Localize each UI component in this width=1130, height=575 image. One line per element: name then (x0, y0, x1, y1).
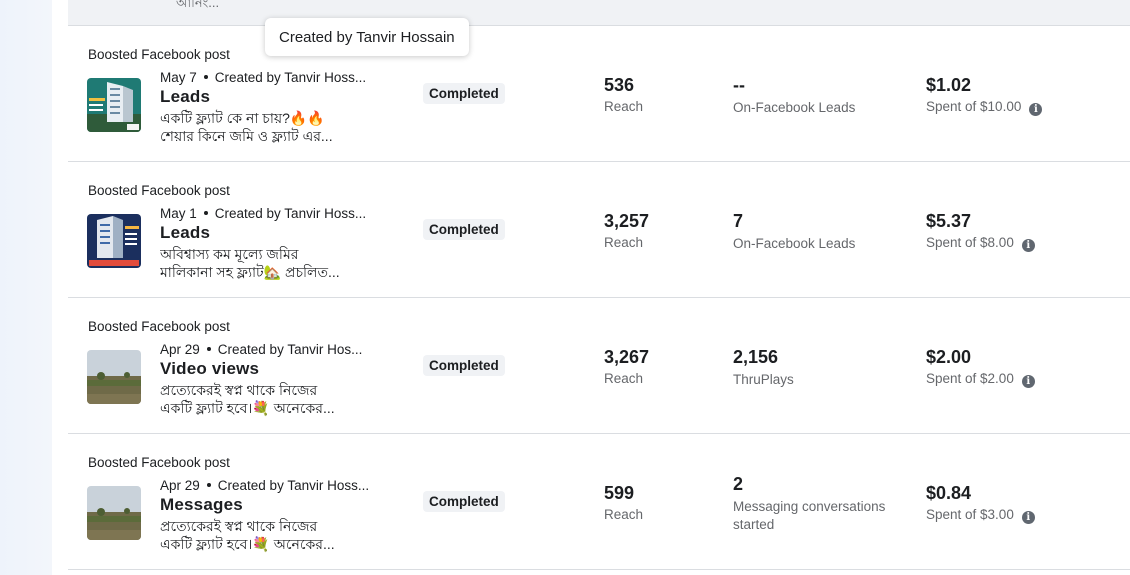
post-meta: May 1 Created by Tanvir Hoss... (160, 206, 366, 221)
spent-label-group: Spent of $2.00 i (926, 371, 1035, 388)
post-date: Apr 29 (160, 342, 200, 357)
previous-row-text: আর্নিং... (176, 0, 220, 10)
spent-label: Spent of $2.00 (926, 371, 1014, 386)
post-meta: Apr 29 Created by Tanvir Hoss... (160, 478, 369, 493)
status-badge: Completed (423, 219, 505, 240)
reach-label: Reach (604, 235, 644, 250)
post-description-line: একটি ফ্ল্যাট কে না চায়?🔥🔥 (160, 110, 325, 126)
reach-value: 599 (604, 483, 635, 503)
spent-value: $0.84 (926, 483, 972, 503)
boosted-post-row[interactable]: Boosted Facebook post Apr 29 Created by T… (68, 298, 1130, 434)
spent-label-group: Spent of $3.00 i (926, 507, 1035, 524)
boosted-post-row[interactable]: Boosted Facebook post Apr 29 Created by T… (68, 434, 1130, 570)
land-photo-thumbnail[interactable] (87, 350, 141, 404)
creator-tooltip: Created by Tanvir Hossain (265, 18, 469, 56)
post-description-line: প্রত্যেকেরই স্বপ্ন থাকে নিজের (160, 518, 318, 534)
reach-value: 536 (604, 75, 635, 95)
post-date: May 7 (160, 70, 197, 85)
post-type-label: Boosted Facebook post (88, 455, 230, 470)
status-badge: Completed (423, 491, 505, 512)
result-label: On-Facebook Leads (733, 236, 856, 251)
spent-label: Spent of $8.00 (926, 235, 1014, 250)
reach-label: Reach (604, 99, 644, 114)
post-description: অবিশ্বাস্য কম মূল্যে জমির মালিকানা সহ ফ্… (160, 245, 390, 281)
reach-value: 3,267 (604, 347, 650, 367)
result-value: 2 (733, 474, 744, 494)
status-badge: Completed (423, 355, 505, 376)
ad-objective: Video views (160, 359, 260, 378)
reach-label: Reach (604, 371, 644, 386)
spent-label-group: Spent of $8.00 i (926, 235, 1035, 252)
boosted-posts-panel: আর্নিং... Boosted Facebook post May 7 Cr… (52, 0, 1130, 575)
result-value: 2,156 (733, 347, 779, 367)
info-icon[interactable]: i (1029, 103, 1043, 116)
reach-value: 3,257 (604, 211, 650, 231)
spent-value: $1.02 (926, 75, 972, 95)
post-description-line: একটি ফ্ল্যাট হবে।💐 অনেকের... (160, 400, 335, 416)
info-icon[interactable]: i (1021, 375, 1035, 388)
post-description: একটি ফ্ল্যাট কে না চায়?🔥🔥 শেয়ার কিনে জ… (160, 109, 390, 145)
reach-label: Reach (604, 507, 644, 522)
post-description: প্রত্যেকেরই স্বপ্ন থাকে নিজের একটি ফ্ল্য… (160, 381, 390, 417)
previous-row-remnant: আর্নিং... (68, 0, 1130, 26)
ad-objective: Leads (160, 223, 211, 242)
post-description: প্রত্যেকেরই স্বপ্ন থাকে নিজের একটি ফ্ল্য… (160, 517, 390, 553)
building-ad-thumbnail[interactable] (87, 78, 141, 132)
separator-dot-icon (203, 74, 208, 79)
spent-value: $2.00 (926, 347, 972, 367)
ad-objective: Leads (160, 87, 211, 106)
post-description-line: শেয়ার কিনে জমি ও ফ্ল্যাট এর... (160, 128, 333, 144)
result-label: ThruPlays (733, 372, 794, 387)
spent-label: Spent of $10.00 (926, 99, 1022, 114)
ad-objective: Messages (160, 495, 243, 514)
post-creator[interactable]: Created by Tanvir Hoss... (215, 206, 366, 221)
post-date: May 1 (160, 206, 197, 221)
spent-value: $5.37 (926, 211, 972, 231)
post-description-line: অবিশ্বাস্য কম মূল্যে জমির (160, 246, 299, 262)
separator-dot-icon (206, 346, 211, 351)
post-description-line: প্রত্যেকেরই স্বপ্ন থাকে নিজের (160, 382, 318, 398)
land-photo-thumbnail[interactable] (87, 486, 141, 540)
result-value: 7 (733, 211, 744, 231)
result-value: -- (733, 75, 745, 95)
post-meta: May 7 Created by Tanvir Hoss... (160, 70, 366, 85)
boosted-post-row[interactable]: Boosted Facebook post May 7 Created by Ta… (68, 26, 1130, 162)
separator-dot-icon (203, 210, 208, 215)
post-type-label: Boosted Facebook post (88, 47, 230, 62)
post-type-label: Boosted Facebook post (88, 319, 230, 334)
post-creator[interactable]: Created by Tanvir Hos... (218, 342, 363, 357)
boosted-post-row[interactable]: Boosted Facebook post May 1 Created by Ta… (68, 162, 1130, 298)
post-type-label: Boosted Facebook post (88, 183, 230, 198)
result-label: On-Facebook Leads (733, 100, 856, 115)
info-icon[interactable]: i (1021, 239, 1035, 252)
left-sidebar-gutter (0, 0, 53, 575)
spent-label-group: Spent of $10.00 i (926, 99, 1043, 116)
post-creator[interactable]: Created by Tanvir Hoss... (215, 70, 366, 85)
result-label: Messaging conversations started (733, 499, 886, 532)
status-badge: Completed (423, 83, 505, 104)
info-icon[interactable]: i (1021, 511, 1035, 524)
building-ad-thumbnail[interactable] (87, 214, 141, 268)
post-meta: Apr 29 Created by Tanvir Hos... (160, 342, 362, 357)
post-description-line: মালিকানা সহ ফ্ল্যাট🏡 প্রচলিত... (160, 264, 340, 280)
post-date: Apr 29 (160, 478, 200, 493)
post-description-line: একটি ফ্ল্যাট হবে।💐 অনেকের... (160, 536, 335, 552)
spent-label: Spent of $3.00 (926, 507, 1014, 522)
post-creator[interactable]: Created by Tanvir Hoss... (218, 478, 369, 493)
separator-dot-icon (206, 482, 211, 487)
